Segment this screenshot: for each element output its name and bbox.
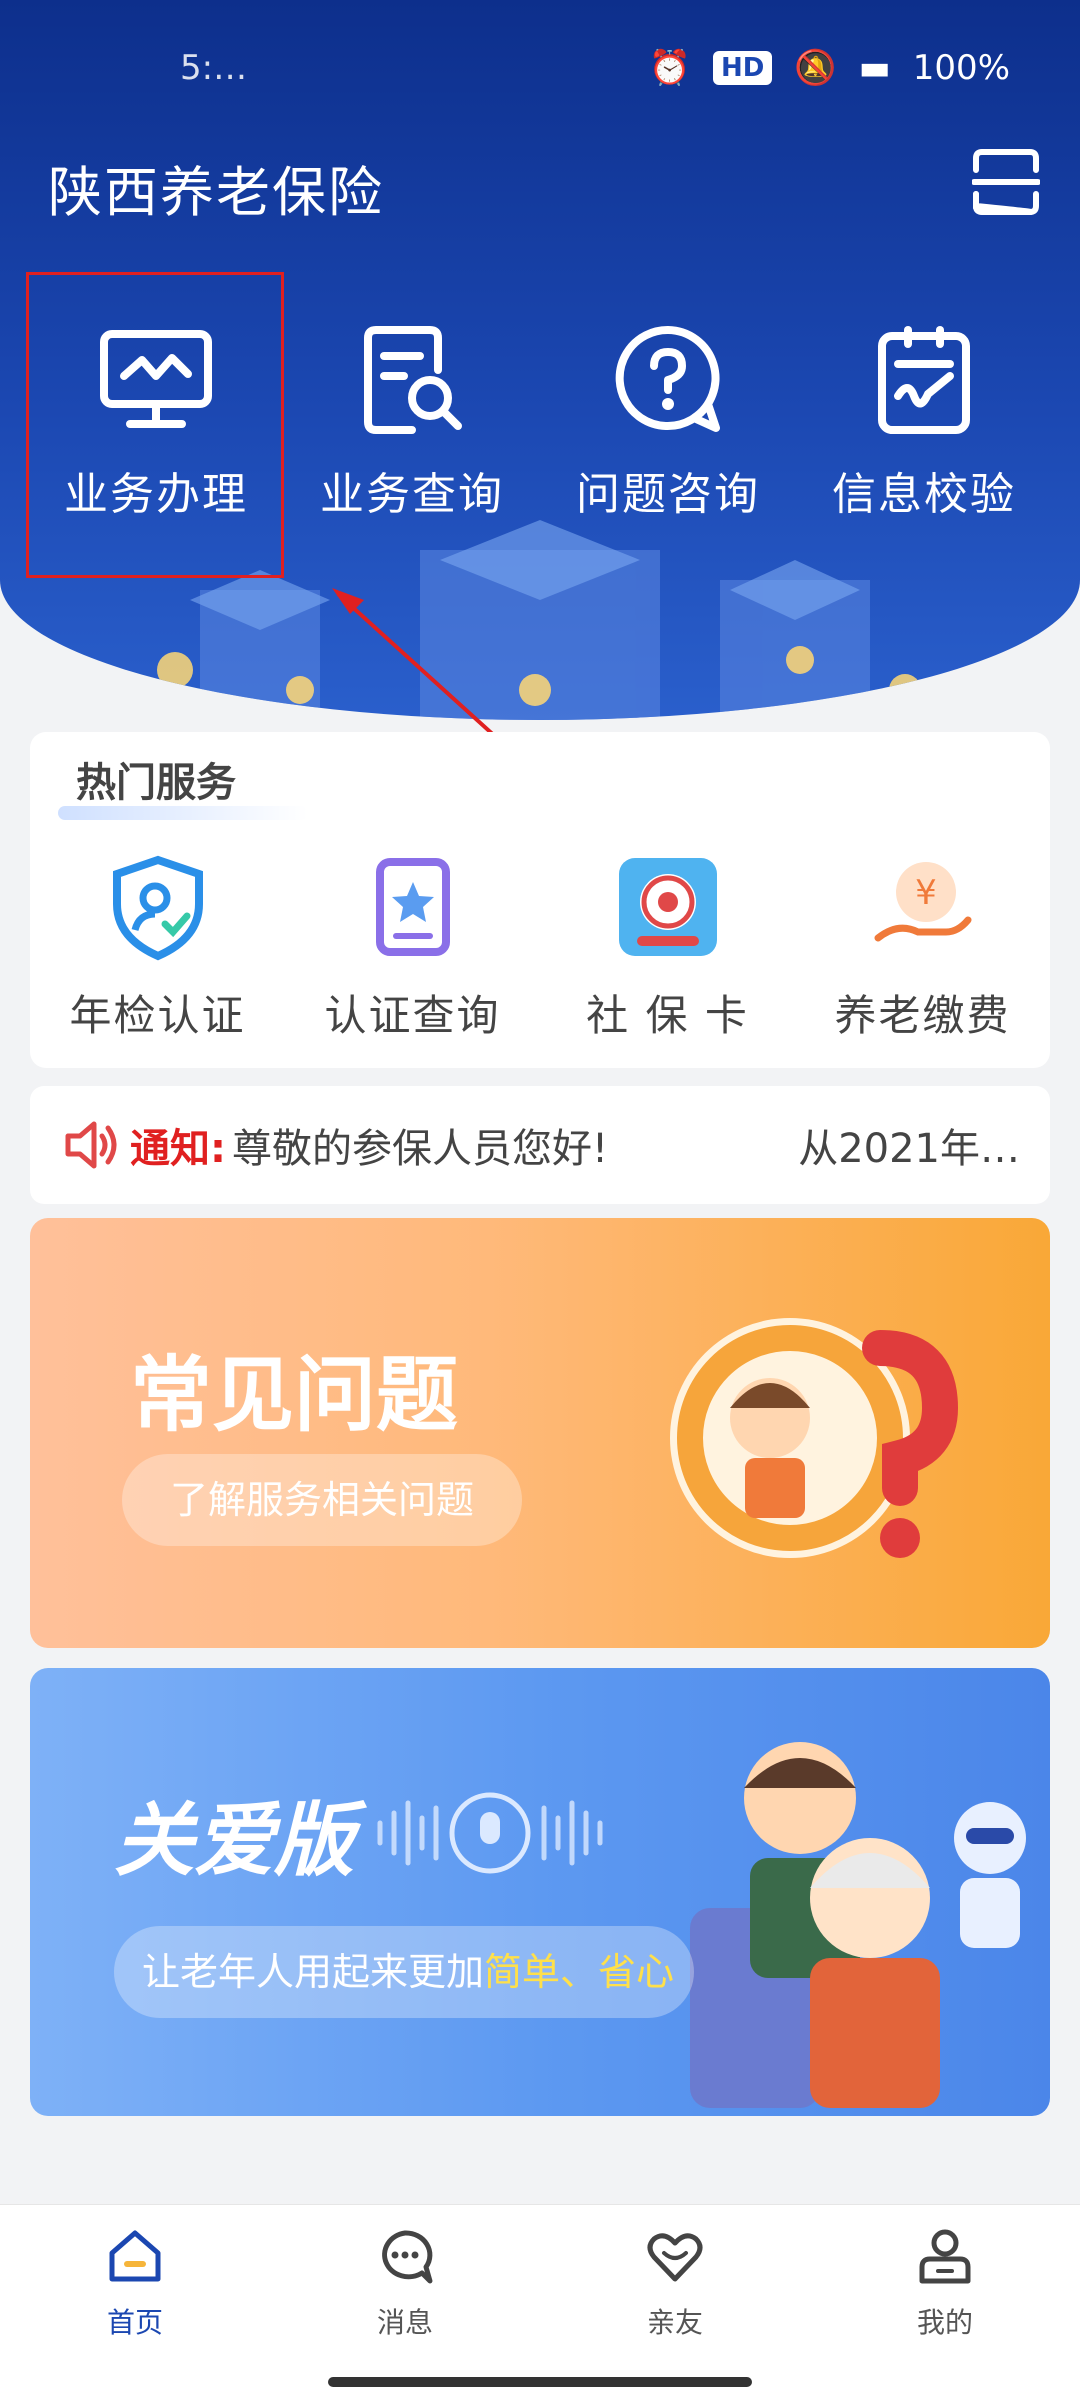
title-underline	[58, 806, 308, 820]
hot-service-label: 社 保 卡	[586, 991, 749, 1040]
care-subtitle-highlight: 简单、省心	[484, 1950, 675, 1994]
star-card-icon	[375, 858, 450, 956]
hot-service-label: 认证查询	[324, 991, 501, 1040]
hot-service-auth-query[interactable]: 认证查询	[285, 852, 540, 1043]
status-time: 5:…	[180, 48, 248, 88]
elderly-couple-illustration	[690, 1742, 1026, 2108]
care-banner[interactable]: 关爱版 让老年人用起来更加简单、省心	[30, 1668, 1050, 2116]
profile-icon	[919, 2229, 971, 2284]
tab-label: 消息	[376, 2306, 433, 2339]
tab-label: 我的	[916, 2306, 973, 2339]
voice-wave-icon	[377, 1792, 603, 1874]
battery-text: 100%	[912, 48, 1010, 88]
quick-action-verify[interactable]: 信息校验	[796, 320, 1052, 522]
quick-action-consult[interactable]: 问题咨询	[540, 320, 796, 522]
social-security-card-icon	[618, 858, 717, 956]
care-subtitle-prefix: 让老年人用起来更加	[142, 1950, 485, 1994]
tab-friends[interactable]: 亲友	[540, 2225, 810, 2341]
tab-profile[interactable]: 我的	[810, 2225, 1080, 2341]
quick-action-business-query[interactable]: 业务查询	[284, 320, 540, 522]
alarm-icon: ⏰	[648, 48, 691, 88]
shield-person-icon	[112, 855, 203, 961]
status-bar: 5:… ⏰ HD 🔕 ▬ 100%	[0, 40, 1080, 100]
question-bubble-icon	[615, 325, 720, 432]
quick-action-label: 问题咨询	[576, 469, 760, 520]
document-sign-icon	[878, 326, 970, 434]
document-search-icon	[364, 326, 462, 434]
home-indicator	[328, 2377, 752, 2387]
tab-label: 首页	[106, 2306, 163, 2339]
notice-bar[interactable]: 通知: 尊敬的参保人员您好! 从2021年…	[30, 1086, 1050, 1204]
notice-label: 通知:	[130, 1126, 226, 1172]
tab-messages[interactable]: 消息	[270, 2225, 540, 2341]
svg-text:¥: ¥	[915, 873, 937, 913]
faq-illustration	[670, 1318, 959, 1558]
page-title: 陕西养老保险	[48, 161, 384, 224]
hot-service-label: 养老缴费	[834, 991, 1011, 1040]
message-icon	[382, 2230, 433, 2284]
hd-badge: HD	[712, 51, 773, 85]
notice-message: 尊敬的参保人员您好!	[232, 1126, 609, 1172]
signal-icon: ▬	[858, 48, 891, 88]
care-title: 关爱版	[114, 1794, 354, 1887]
yuan-hand-icon: ¥	[874, 862, 971, 942]
hot-services-card: 热门服务 年检认证 认证查询 社 保 卡 ¥ 养老缴费	[30, 732, 1050, 1068]
notice-message-tail: 从2021年…	[798, 1126, 1020, 1172]
hot-service-label: 年检认证	[69, 991, 246, 1040]
tab-label: 亲友	[646, 2306, 703, 2339]
faq-subtitle: 了解服务相关问题	[122, 1454, 522, 1546]
heart-icon	[647, 2233, 703, 2282]
home-icon	[109, 2230, 161, 2282]
mute-icon: 🔕	[794, 48, 837, 88]
hot-services-title: 热门服务	[76, 760, 236, 806]
quick-action-label: 信息校验	[832, 469, 1016, 520]
faq-title: 常见问题	[130, 1347, 459, 1443]
speaker-icon	[65, 1121, 117, 1169]
hot-service-pension-pay[interactable]: ¥ 养老缴费	[795, 852, 1050, 1043]
tab-home[interactable]: 首页	[0, 2225, 270, 2341]
scan-icon[interactable]	[972, 148, 1040, 216]
bottom-tab-bar: 首页 消息 亲友 我的	[0, 2204, 1080, 2401]
highlight-box	[26, 272, 284, 578]
faq-banner[interactable]: 常见问题 了解服务相关问题	[30, 1218, 1050, 1648]
quick-action-label: 业务查询	[320, 469, 504, 520]
hot-service-annual-auth[interactable]: 年检认证	[30, 852, 285, 1043]
hot-service-social-card[interactable]: 社 保 卡	[540, 852, 795, 1043]
care-subtitle: 让老年人用起来更加简单、省心	[114, 1926, 694, 2018]
